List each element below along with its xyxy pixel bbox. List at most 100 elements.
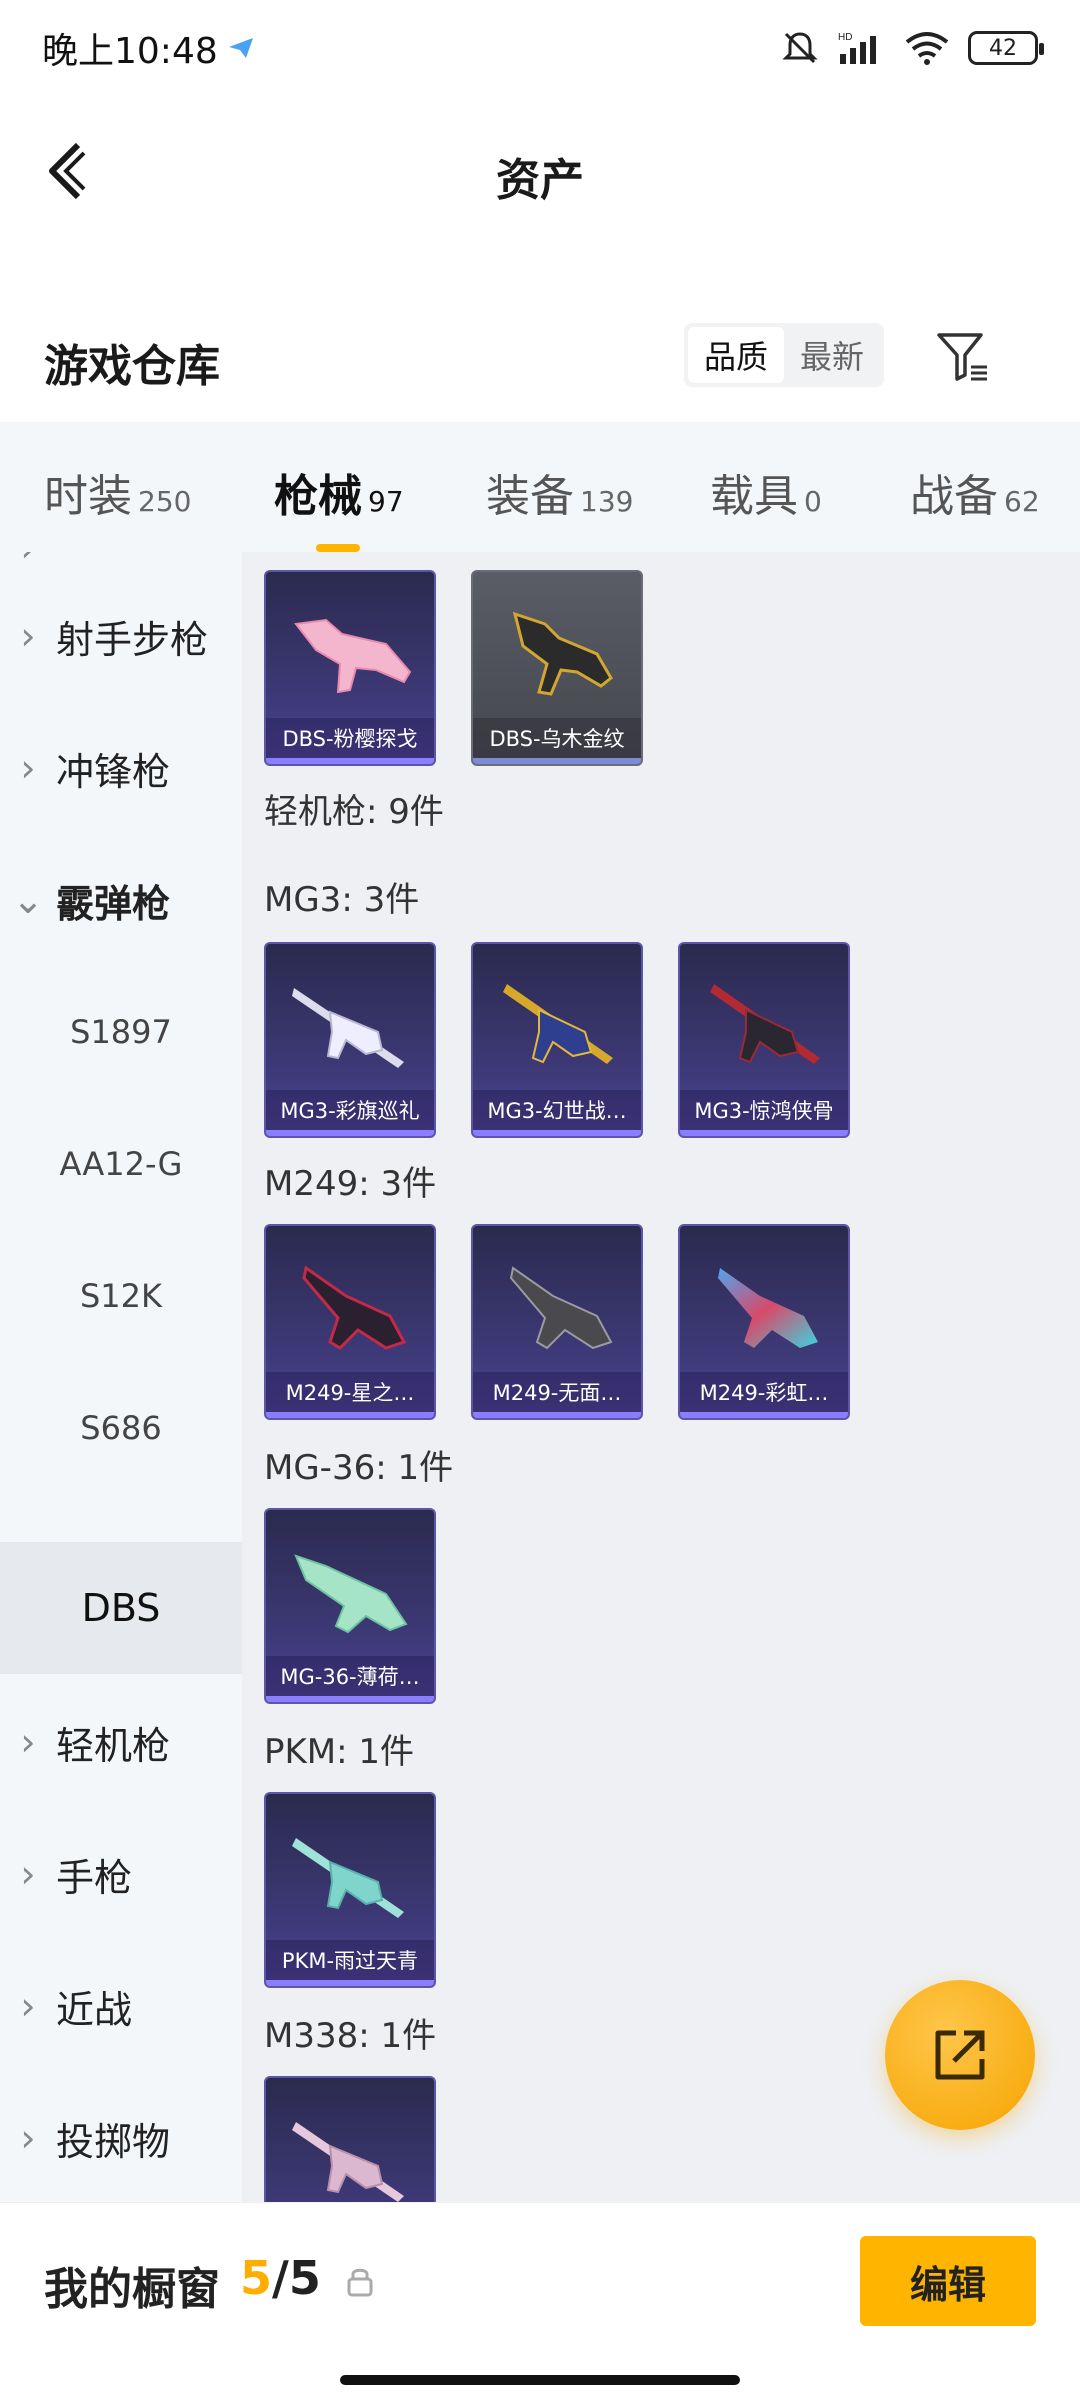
svg-text:HD: HD bbox=[838, 32, 852, 43]
weapon-card[interactable] bbox=[264, 2076, 436, 2202]
tab-fashion[interactable]: 时装 250 bbox=[44, 460, 191, 524]
sidebar-subitem-s12k[interactable]: S12K bbox=[0, 1230, 242, 1362]
sidebar-item-label: 射手步枪 bbox=[56, 617, 209, 662]
sidebar-subitem-s686[interactable]: S686 bbox=[0, 1362, 242, 1494]
filter-button[interactable] bbox=[930, 324, 996, 390]
warehouse-title: 游戏仓库 bbox=[44, 341, 220, 392]
sidebar-item-pistol[interactable]: › 手枪 bbox=[0, 1808, 242, 1940]
tab-count: 0 bbox=[804, 485, 822, 518]
weapon-card[interactable]: PKM-雨过天青 bbox=[264, 1792, 436, 1988]
card-label: MG-36-薄荷… bbox=[266, 1656, 434, 1696]
chevron-down-icon: ⌄ bbox=[12, 878, 44, 922]
sort-toggle: 品质 最新 bbox=[684, 323, 884, 387]
filter-icon bbox=[937, 333, 987, 381]
tab-count: 62 bbox=[1004, 485, 1040, 518]
sidebar-subitem-s1897[interactable]: S1897 bbox=[0, 966, 242, 1098]
edit-button[interactable]: 编辑 bbox=[860, 2236, 1036, 2326]
tab-vehicles[interactable]: 载具 0 bbox=[710, 460, 822, 524]
lmg-total-label: 轻机枪: 9件 bbox=[264, 792, 444, 832]
sidebar-item-label: 霰弹枪 bbox=[56, 881, 171, 926]
tab-count: 250 bbox=[138, 485, 192, 518]
gun-icon bbox=[294, 618, 412, 694]
sidebar-item-lmg[interactable]: › 轻机枪 bbox=[0, 1676, 242, 1808]
weapon-card[interactable]: MG3-惊鸿侠骨 bbox=[678, 942, 850, 1138]
mute-bell-icon bbox=[782, 32, 818, 64]
chevron-right-icon: › bbox=[20, 614, 36, 658]
sort-newest-button[interactable]: 最新 bbox=[784, 327, 880, 383]
gun-icon bbox=[512, 611, 613, 696]
showcase-bar: 我的橱窗 5/5 编辑 bbox=[0, 2202, 1080, 2400]
card-label: MG3-幻世战… bbox=[473, 1090, 641, 1130]
tab-count: 97 bbox=[368, 485, 404, 518]
rarity-bar bbox=[266, 1980, 434, 1986]
rarity-bar bbox=[266, 1696, 434, 1702]
chevron-right-icon: › bbox=[0, 552, 56, 570]
card-label: DBS-粉樱探戈 bbox=[266, 718, 434, 758]
chevron-right-icon: › bbox=[20, 1852, 36, 1896]
battery-level: 42 bbox=[989, 35, 1017, 61]
chevron-right-icon: › bbox=[20, 1984, 36, 2028]
sidebar-item-marksman-rifle[interactable]: › 射手步枪 bbox=[0, 570, 242, 702]
share-button[interactable] bbox=[885, 1980, 1035, 2130]
group-label-mg36: MG-36: 1件 bbox=[264, 1448, 454, 1488]
header: 资产 bbox=[0, 96, 1080, 246]
warehouse-row: 游戏仓库 品质 最新 bbox=[0, 310, 1080, 410]
page-title: 资产 bbox=[496, 155, 584, 206]
weapon-card[interactable]: MG3-幻世战… bbox=[471, 942, 643, 1138]
weapon-card[interactable]: M249-彩虹… bbox=[678, 1224, 850, 1420]
chevron-right-icon: › bbox=[20, 746, 36, 790]
gun-icon bbox=[294, 1554, 408, 1634]
weapon-card[interactable]: DBS-乌木金纹 bbox=[471, 570, 643, 766]
rarity-bar bbox=[266, 1130, 434, 1136]
weapon-card[interactable]: M249-星之… bbox=[264, 1224, 436, 1420]
weapon-grid: DBS-粉樱探戈 DBS-乌木金纹 轻机枪: 9件 MG3: 3件 MG3-彩旗… bbox=[242, 552, 1080, 2202]
sidebar-item-label: 投掷物 bbox=[56, 2119, 171, 2164]
wifi-icon bbox=[905, 32, 949, 65]
tab-label: 枪械 bbox=[274, 471, 362, 522]
sidebar-item-shotgun[interactable]: ⌄ 霰弹枪 bbox=[0, 834, 242, 966]
tab-label: 装备 bbox=[486, 471, 574, 522]
sidebar-item-melee[interactable]: › 近战 bbox=[0, 1940, 242, 2072]
rarity-bar bbox=[266, 1412, 434, 1418]
weapon-card[interactable]: M249-无面… bbox=[471, 1224, 643, 1420]
lock-icon bbox=[347, 2268, 373, 2297]
rarity-bar bbox=[680, 1130, 848, 1136]
sidebar-item-label: 轻机枪 bbox=[56, 1723, 171, 1768]
gun-icon bbox=[302, 1265, 407, 1350]
sidebar-item-label: 近战 bbox=[56, 1987, 133, 2032]
sidebar-item-throwables[interactable]: › 投掷物 bbox=[0, 2072, 242, 2202]
paper-plane-icon bbox=[228, 38, 253, 58]
weapon-card[interactable]: MG-36-薄荷… bbox=[264, 1508, 436, 1704]
showcase-count: 5/5 bbox=[240, 2251, 321, 2305]
card-label: DBS-乌木金纹 bbox=[473, 718, 641, 758]
home-indicator bbox=[340, 2375, 740, 2385]
sidebar-subitem-dbs[interactable]: DBS bbox=[0, 1542, 242, 1674]
tab-equipment[interactable]: 装备 139 bbox=[486, 460, 633, 524]
rarity-bar bbox=[266, 758, 434, 764]
category-tabs: 时装 250 枪械 97 装备 139 载具 0 战备 62 bbox=[0, 422, 1080, 552]
group-label-m338: M338: 1件 bbox=[264, 2016, 437, 2056]
card-label: MG3-惊鸿侠骨 bbox=[680, 1090, 848, 1130]
card-label: M249-彩虹… bbox=[680, 1372, 848, 1412]
group-label-mg3: MG3: 3件 bbox=[264, 880, 420, 920]
signal-icon: HD bbox=[838, 32, 876, 64]
card-label: MG3-彩旗巡礼 bbox=[266, 1090, 434, 1130]
tab-supplies[interactable]: 战备 62 bbox=[910, 460, 1040, 524]
sort-quality-button[interactable]: 品质 bbox=[688, 327, 784, 383]
weapon-card[interactable]: MG3-彩旗巡礼 bbox=[264, 942, 436, 1138]
tab-label: 载具 bbox=[710, 471, 798, 522]
status-time: 晚上10:48 bbox=[42, 22, 254, 74]
rarity-bar bbox=[680, 1412, 848, 1418]
share-icon bbox=[935, 2030, 985, 2080]
rarity-bar bbox=[473, 1412, 641, 1418]
card-label: PKM-雨过天青 bbox=[266, 1940, 434, 1980]
weapon-card[interactable]: DBS-粉樱探戈 bbox=[264, 570, 436, 766]
sidebar-item-smg[interactable]: › 冲锋枪 bbox=[0, 702, 242, 834]
sidebar-subitem-aa12g[interactable]: AA12-G bbox=[0, 1098, 242, 1230]
tab-label: 时装 bbox=[44, 471, 132, 522]
tab-firearms[interactable]: 枪械 97 bbox=[274, 460, 404, 552]
status-bar: 晚上10:48 HD 42 bbox=[0, 0, 1080, 96]
gun-icon bbox=[509, 1266, 613, 1350]
sidebar-item-label: 冲锋枪 bbox=[56, 749, 171, 794]
showcase-current: 5 bbox=[240, 2251, 273, 2305]
